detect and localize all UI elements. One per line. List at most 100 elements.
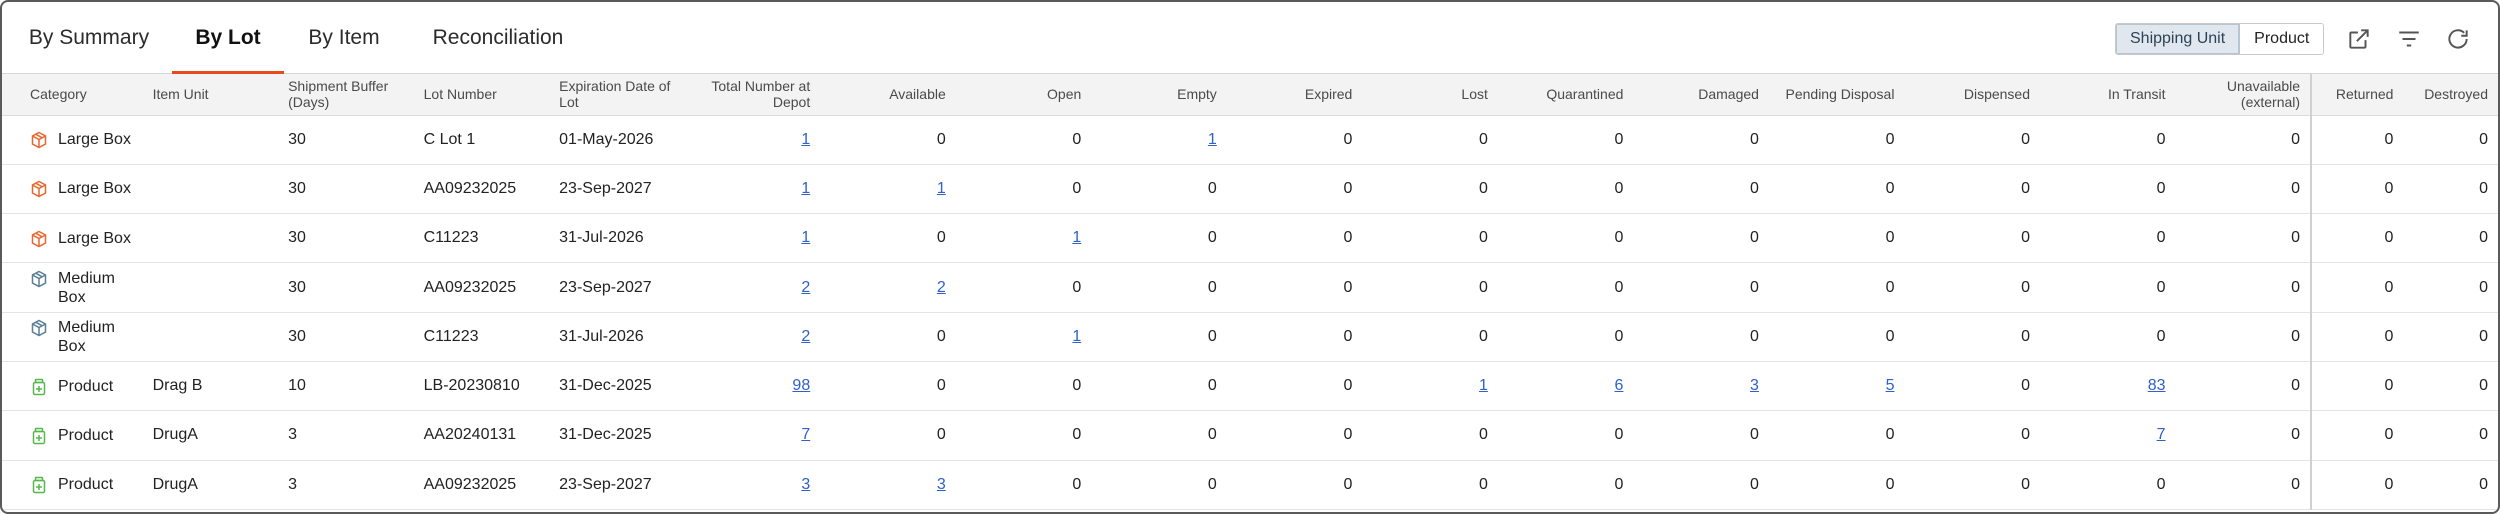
cell-lot-number: C Lot 1: [423, 130, 476, 148]
large-box-icon: [30, 230, 48, 248]
cell-quarantined: 0: [1614, 426, 1624, 444]
cell-expiration-date: 23-Sep-2027: [559, 278, 652, 296]
medium-box-icon: [30, 319, 48, 337]
cell-open: 0: [1072, 377, 1082, 395]
cell-dispensed: 0: [2021, 278, 2030, 296]
cell-damaged: 3: [1633, 361, 1769, 410]
cell-returned: 0: [2310, 164, 2404, 214]
cell-total-at-depot: 7: [685, 411, 821, 460]
cell-category: Large Box: [2, 115, 143, 164]
column-header-in-transit[interactable]: In Transit: [2040, 74, 2176, 116]
in-transit-count-link[interactable]: 7: [2157, 426, 2166, 443]
cell-available: 3: [820, 460, 956, 509]
cell-quarantined: 0: [1614, 475, 1624, 493]
available-count-link[interactable]: 2: [937, 279, 946, 296]
total-at-depot-count-link[interactable]: 2: [801, 279, 810, 296]
cell-category: Large Box: [2, 164, 143, 213]
cell-shipment-buffer: 30: [288, 229, 306, 247]
table-row[interactable]: Large Box 30 C11223 31-Jul-2026 1 0 1 0 0 0 0 0 0 0 0 0…: [2, 213, 2498, 263]
export-icon[interactable]: [2346, 26, 2372, 52]
cell-in-transit: 0: [2156, 327, 2166, 345]
total-at-depot-count-link[interactable]: 3: [801, 476, 810, 493]
cell-lot-number: AA09232025: [423, 475, 517, 493]
product-toggle-button[interactable]: Product: [2240, 24, 2324, 54]
total-at-depot-count-link[interactable]: 98: [792, 377, 810, 394]
lost-count-link[interactable]: 1: [1479, 377, 1488, 394]
open-count-link[interactable]: 1: [1072, 328, 1081, 345]
shipping-unit-toggle-button[interactable]: Shipping Unit: [2116, 24, 2241, 54]
table-row[interactable]: Product DrugA 3 AA09232025 23-Sep-2027 3 3 0 0 0 0…: [2, 460, 2498, 510]
table-row[interactable]: Product Drag B 10 LB-20230810 31-Dec-2025 98 0…: [2, 361, 2498, 411]
cell-expiration-date: 23-Sep-2027: [559, 179, 652, 197]
in-transit-count-link[interactable]: 83: [2148, 377, 2166, 394]
cell-shipment-buffer: 3: [288, 475, 297, 493]
column-header-damaged[interactable]: Damaged: [1633, 74, 1769, 116]
column-header-quarantined[interactable]: Quarantined: [1497, 74, 1634, 116]
quarantined-count-link[interactable]: 6: [1615, 377, 1624, 394]
total-at-depot-count-link[interactable]: 7: [801, 426, 810, 443]
table-row[interactable]: Large Box 30 C Lot 1 01-May-2026 1 0 0 1 0 0 0 0 0 0 0…: [2, 115, 2498, 165]
tab-by-summary[interactable]: By Summary: [20, 2, 158, 74]
column-header-expired[interactable]: Expired: [1226, 74, 1363, 116]
pending-disposal-count-link[interactable]: 5: [1886, 377, 1895, 394]
column-header-lot-number[interactable]: Lot Number: [413, 74, 550, 116]
column-header-total-at-depot[interactable]: Total Number at Depot: [684, 74, 821, 116]
cell-lot-number: AA20240131: [423, 426, 517, 444]
column-header-item-unit[interactable]: Item Unit: [142, 74, 279, 116]
cell-open: 1: [956, 214, 1092, 263]
filter-icon[interactable]: [2396, 26, 2422, 52]
total-at-depot-count-link[interactable]: 1: [801, 180, 810, 197]
available-count-link[interactable]: 3: [937, 476, 946, 493]
cell-item-unit: [143, 312, 279, 361]
tab-by-item[interactable]: By Item: [298, 2, 390, 74]
column-header-expiration-date[interactable]: Expiration Date of Lot: [549, 74, 685, 116]
total-at-depot-count-link[interactable]: 1: [801, 131, 810, 148]
cell-destroyed: 0: [2479, 278, 2488, 296]
total-at-depot-count-link[interactable]: 2: [801, 328, 810, 345]
cell-open: 1: [956, 312, 1092, 361]
column-header-empty[interactable]: Empty: [1091, 74, 1227, 116]
damaged-count-link[interactable]: 3: [1750, 377, 1759, 394]
cell-quarantined: 0: [1614, 229, 1624, 247]
large-box-icon: [30, 131, 48, 149]
refresh-icon[interactable]: [2445, 26, 2471, 52]
column-header-dispensed[interactable]: Dispensed: [1904, 74, 2040, 116]
product-bottle-icon: [30, 427, 48, 445]
column-header-available[interactable]: Available: [820, 74, 956, 116]
table-row[interactable]: Medium Box 30 C11223 31-Jul-2026 2 0 1 0 0 0 0 0 0 0 0…: [2, 312, 2498, 362]
cell-available: 0: [936, 327, 946, 345]
column-header-destroyed[interactable]: Destroyed: [2403, 74, 2498, 116]
cell-shipment-buffer: 10: [288, 377, 306, 395]
tab-by-lot[interactable]: By Lot: [172, 2, 284, 75]
cell-expiration-date: 31-Dec-2025: [559, 377, 652, 395]
cell-lot-number: AA09232025: [423, 278, 517, 296]
column-header-open[interactable]: Open: [955, 74, 1092, 116]
open-count-link[interactable]: 1: [1072, 229, 1081, 246]
column-header-shipment-buffer[interactable]: Shipment Buffer (Days): [278, 74, 414, 116]
cell-expiration-date: 31-Dec-2025: [559, 426, 652, 444]
cell-destroyed: 0: [2479, 327, 2488, 345]
tab-reconciliation[interactable]: Reconciliation: [422, 2, 574, 74]
table-row[interactable]: Medium Box 30 AA09232025 23-Sep-2027 2 2 0 0 0 0 0…: [2, 262, 2498, 313]
cell-item-unit: Drag B: [152, 377, 203, 395]
cell-pending-disposal: 0: [1885, 179, 1895, 197]
column-header-category[interactable]: Category: [2, 74, 143, 116]
cell-total-at-depot: 1: [685, 214, 821, 263]
cell-returned: 0: [2310, 460, 2404, 510]
cell-item-unit: [143, 164, 279, 213]
cell-pending-disposal: 5: [1769, 361, 1905, 410]
cell-item-unit: DrugA: [152, 475, 198, 493]
table-row[interactable]: Product DrugA 3 AA20240131 31-Dec-2025 7 0 0 0 0 0…: [2, 410, 2498, 461]
tab-bar: By Summary By Lot By Item Reconciliation…: [2, 2, 2498, 75]
table-row[interactable]: Large Box 30 AA09232025 23-Sep-2027 1 1 0 0 0 0 0 0…: [2, 164, 2498, 214]
available-count-link[interactable]: 1: [937, 180, 946, 197]
empty-count-link[interactable]: 1: [1208, 131, 1217, 148]
column-header-pending-disposal[interactable]: Pending Disposal: [1768, 74, 1905, 116]
total-at-depot-count-link[interactable]: 1: [801, 229, 810, 246]
cell-expiration-date: 31-Jul-2026: [559, 327, 644, 345]
column-header-unavailable-external[interactable]: Unavailable (external): [2175, 74, 2312, 116]
cell-unavailable-external: 0: [2291, 278, 2301, 296]
column-header-lost[interactable]: Lost: [1362, 74, 1498, 116]
column-header-returned[interactable]: Returned: [2310, 74, 2404, 116]
cell-total-at-depot: 1: [685, 164, 821, 213]
